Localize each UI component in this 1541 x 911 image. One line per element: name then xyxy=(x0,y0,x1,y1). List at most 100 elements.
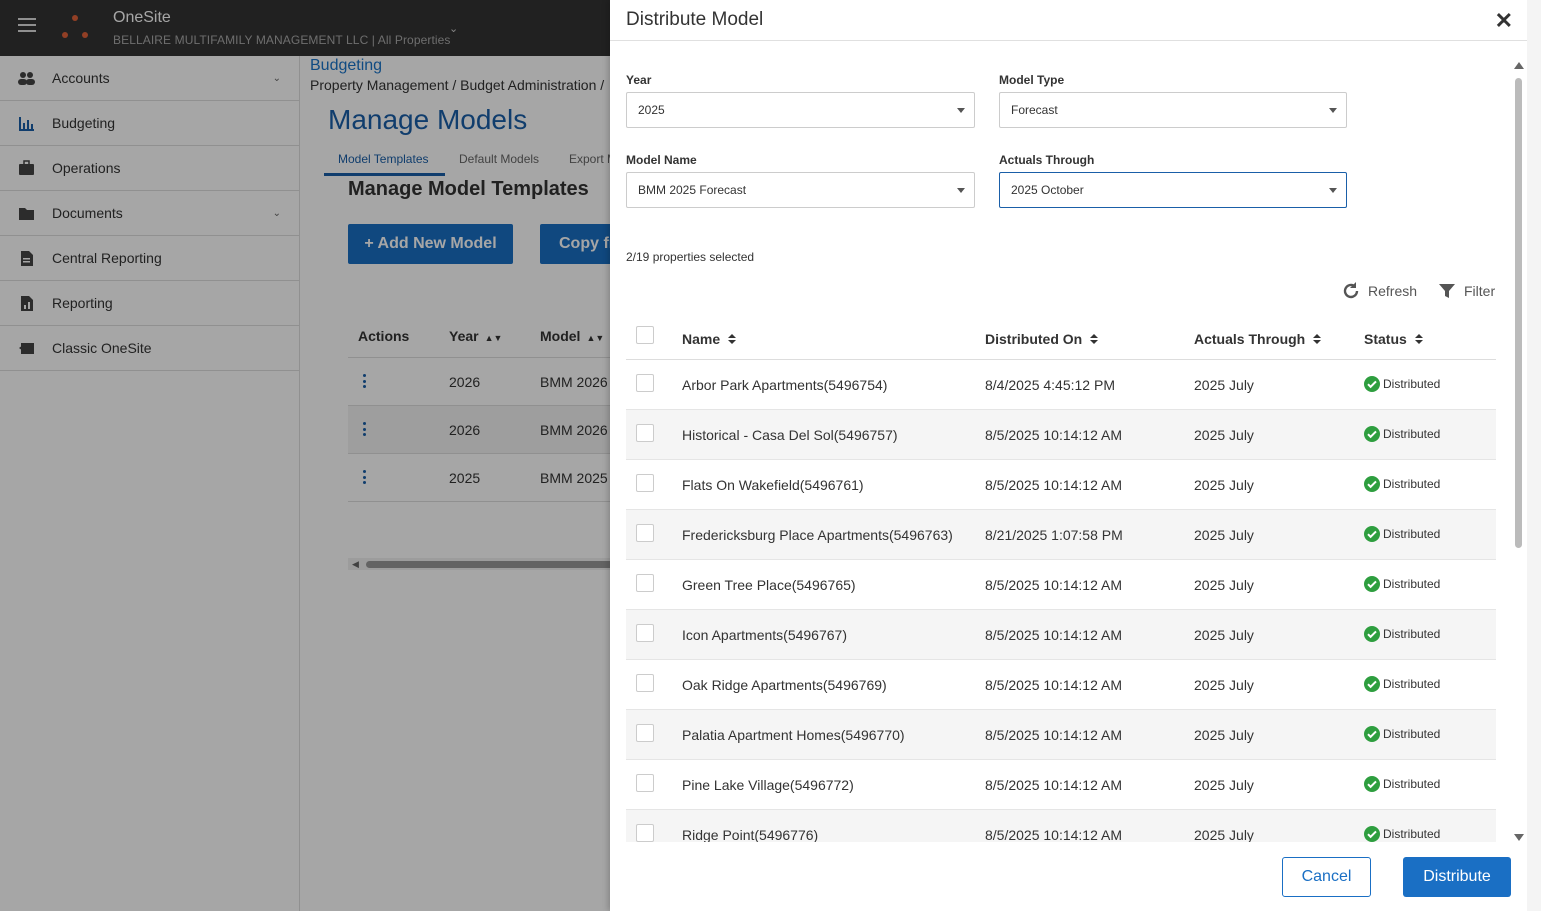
property-name: Palatia Apartment Homes(5496770) xyxy=(682,727,905,743)
check-circle-icon xyxy=(1364,626,1380,642)
row-checkbox[interactable] xyxy=(636,624,654,642)
row-checkbox[interactable] xyxy=(636,574,654,592)
column-actuals-through[interactable]: Actuals Through xyxy=(1194,331,1322,347)
table-row[interactable]: Ridge Point(5496776) 8/5/2025 10:14:12 A… xyxy=(626,810,1496,842)
year-value: 2025 xyxy=(638,103,665,117)
year-label: Year xyxy=(626,73,652,87)
distributed-on: 8/5/2025 10:14:12 AM xyxy=(985,777,1122,793)
status-text: Distributed xyxy=(1383,527,1441,541)
table-row[interactable]: Arbor Park Apartments(5496754) 8/4/2025 … xyxy=(626,360,1496,410)
status-text: Distributed xyxy=(1383,677,1441,691)
row-checkbox[interactable] xyxy=(636,724,654,742)
refresh-label: Refresh xyxy=(1368,283,1418,299)
row-checkbox[interactable] xyxy=(636,674,654,692)
distributed-on: 8/4/2025 4:45:12 PM xyxy=(985,377,1115,393)
refresh-button[interactable]: Refresh xyxy=(1341,281,1417,301)
column-label: Status xyxy=(1364,331,1407,347)
row-checkbox[interactable] xyxy=(636,774,654,792)
table-row[interactable]: Flats On Wakefield(5496761) 8/5/2025 10:… xyxy=(626,460,1496,510)
distributed-on: 8/5/2025 10:14:12 AM xyxy=(985,577,1122,593)
sort-icon xyxy=(1313,334,1322,344)
table-row[interactable]: Green Tree Place(5496765) 8/5/2025 10:14… xyxy=(626,560,1496,610)
vertical-scrollbar[interactable] xyxy=(1512,62,1524,844)
distributed-on: 8/5/2025 10:14:12 AM xyxy=(985,677,1122,693)
check-circle-icon xyxy=(1364,476,1380,492)
actuals-through: 2025 July xyxy=(1194,777,1254,793)
column-label: Name xyxy=(682,331,721,347)
distributed-on: 8/5/2025 10:14:12 AM xyxy=(985,827,1122,842)
property-name: Flats On Wakefield(5496761) xyxy=(682,477,864,493)
properties-grid-body: Arbor Park Apartments(5496754) 8/4/2025 … xyxy=(626,360,1496,842)
column-status[interactable]: Status xyxy=(1364,331,1423,347)
selected-count: 2/19 properties selected xyxy=(626,250,755,264)
actuals-through: 2025 July xyxy=(1194,677,1254,693)
distribute-button[interactable]: Distribute xyxy=(1403,857,1511,897)
status-badge: Distributed xyxy=(1364,376,1440,392)
actuals-through-value: 2025 October xyxy=(1011,183,1084,197)
dialog-header: Distribute Model ✕ xyxy=(610,0,1527,41)
property-name: Ridge Point(5496776) xyxy=(682,827,819,842)
table-row[interactable]: Pine Lake Village(5496772) 8/5/2025 10:1… xyxy=(626,760,1496,810)
table-row[interactable]: Palatia Apartment Homes(5496770) 8/5/202… xyxy=(626,710,1496,760)
distribute-model-dialog: Distribute Model ✕ Year 2025 Model Type … xyxy=(610,0,1527,911)
status-badge: Distributed xyxy=(1364,526,1440,542)
scrollbar-thumb[interactable] xyxy=(1515,78,1522,548)
filter-button[interactable]: Filter xyxy=(1438,282,1495,300)
table-row[interactable]: Icon Apartments(5496767) 8/5/2025 10:14:… xyxy=(626,610,1496,660)
dialog-title: Distribute Model xyxy=(626,9,764,30)
modal-backdrop[interactable] xyxy=(0,0,610,911)
row-checkbox[interactable] xyxy=(636,524,654,542)
actuals-through: 2025 July xyxy=(1194,427,1254,443)
status-text: Distributed xyxy=(1383,377,1441,391)
status-text: Distributed xyxy=(1383,777,1441,791)
sort-icon xyxy=(1090,334,1099,344)
table-row[interactable]: Oak Ridge Apartments(5496769) 8/5/2025 1… xyxy=(626,660,1496,710)
column-name[interactable]: Name xyxy=(682,331,737,347)
table-row[interactable]: Historical - Casa Del Sol(5496757) 8/5/2… xyxy=(626,410,1496,460)
check-circle-icon xyxy=(1364,676,1380,692)
check-circle-icon xyxy=(1364,726,1380,742)
distributed-on: 8/5/2025 10:14:12 AM xyxy=(985,477,1122,493)
status-badge: Distributed xyxy=(1364,576,1440,592)
status-badge: Distributed xyxy=(1364,726,1440,742)
actuals-through: 2025 July xyxy=(1194,827,1254,842)
properties-grid-header: Name Distributed On Actuals Through Stat… xyxy=(626,318,1496,360)
property-name: Pine Lake Village(5496772) xyxy=(682,777,854,793)
column-distributed-on[interactable]: Distributed On xyxy=(985,331,1099,347)
model-type-value: Forecast xyxy=(1011,103,1058,117)
distributed-on: 8/5/2025 10:14:12 AM xyxy=(985,427,1122,443)
distributed-on: 8/21/2025 1:07:58 PM xyxy=(985,527,1123,543)
column-label: Actuals Through xyxy=(1194,331,1306,347)
status-text: Distributed xyxy=(1383,477,1441,491)
actuals-through-label: Actuals Through xyxy=(999,153,1095,167)
status-badge: Distributed xyxy=(1364,826,1440,842)
distributed-on: 8/5/2025 10:14:12 AM xyxy=(985,627,1122,643)
year-select[interactable]: 2025 xyxy=(626,92,975,128)
scroll-down-icon[interactable] xyxy=(1514,834,1524,841)
sort-icon xyxy=(728,334,737,344)
row-checkbox[interactable] xyxy=(636,374,654,392)
status-badge: Distributed xyxy=(1364,476,1440,492)
table-row[interactable]: Fredericksburg Place Apartments(5496763)… xyxy=(626,510,1496,560)
model-name-value: BMM 2025 Forecast xyxy=(638,183,747,197)
refresh-icon xyxy=(1343,282,1359,299)
row-checkbox[interactable] xyxy=(636,824,654,842)
sort-icon xyxy=(1414,334,1423,344)
caret-down-icon xyxy=(1329,188,1337,193)
property-name: Fredericksburg Place Apartments(5496763) xyxy=(682,527,953,543)
property-name: Oak Ridge Apartments(5496769) xyxy=(682,677,887,693)
status-badge: Distributed xyxy=(1364,426,1440,442)
check-circle-icon xyxy=(1364,526,1380,542)
scroll-up-icon[interactable] xyxy=(1514,62,1524,69)
select-all-checkbox[interactable] xyxy=(636,326,654,344)
row-checkbox[interactable] xyxy=(636,474,654,492)
actuals-through: 2025 July xyxy=(1194,577,1254,593)
row-checkbox[interactable] xyxy=(636,424,654,442)
status-text: Distributed xyxy=(1383,827,1441,841)
model-type-select[interactable]: Forecast xyxy=(999,92,1347,128)
check-circle-icon xyxy=(1364,576,1380,592)
model-name-select[interactable]: BMM 2025 Forecast xyxy=(626,172,975,208)
actuals-through-select[interactable]: 2025 October xyxy=(999,172,1347,208)
close-icon[interactable]: ✕ xyxy=(1495,8,1513,34)
cancel-button[interactable]: Cancel xyxy=(1282,857,1371,897)
